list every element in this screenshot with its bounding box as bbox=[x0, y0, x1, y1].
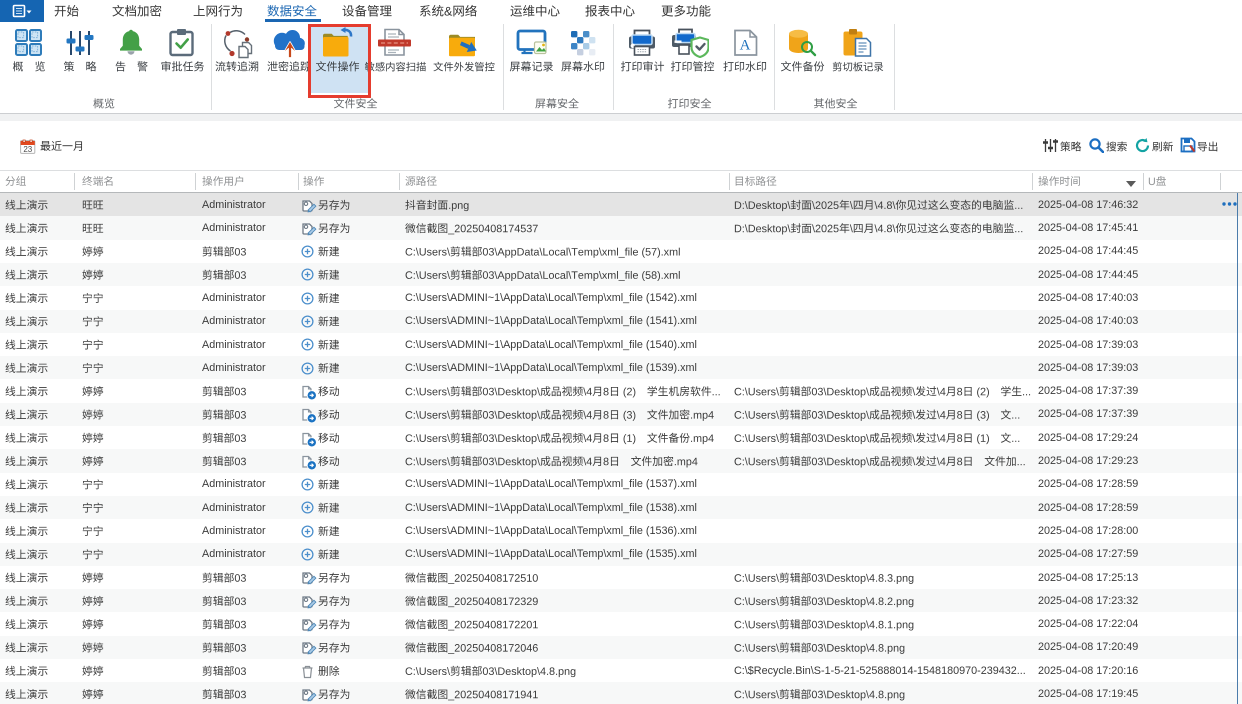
svg-text:A: A bbox=[740, 38, 751, 54]
svg-text:23: 23 bbox=[23, 145, 32, 154]
